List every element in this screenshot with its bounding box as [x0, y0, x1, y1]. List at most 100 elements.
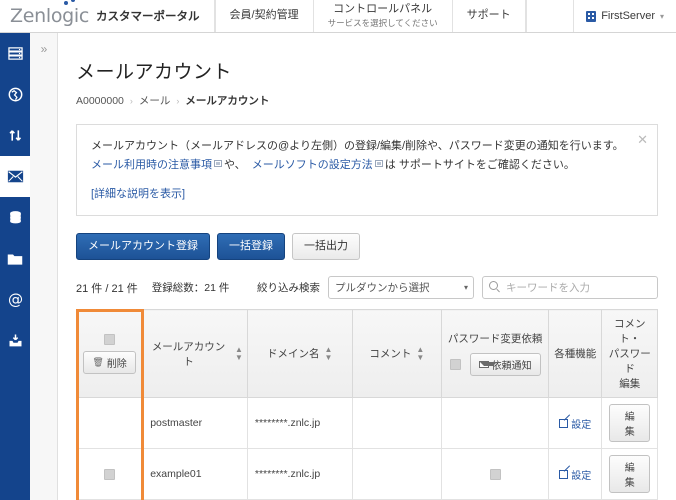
search-input[interactable]: [482, 276, 658, 300]
database-icon: [9, 211, 21, 224]
notice-line-2: メール利用時の注意事項 や、 メールソフトの設定方法は サポートサイトをご確認くだ…: [91, 156, 633, 175]
sidebar-collapse-strip: »: [30, 33, 58, 500]
app-root: Zenlogic カスタマーポータル 会員/契約管理 コントロールパネル サービ…: [0, 0, 676, 500]
edit-pencil-icon: [559, 418, 569, 428]
notify-button-label: 依頼通知: [491, 361, 532, 373]
th-domain-label: ドメイン名: [266, 348, 320, 361]
sidebar-item-mailaddress[interactable]: @: [0, 279, 30, 320]
table-row: example01 ********.znlc.jp 設定 編集: [75, 448, 658, 500]
cell-mail-account: example01: [142, 448, 248, 500]
bulk-register-button[interactable]: 一括登録: [217, 233, 285, 261]
server-icon: [7, 47, 23, 60]
cell-edit: 編集: [601, 448, 658, 500]
edit-pencil-icon: [559, 469, 569, 479]
th-select-delete: 🗑 削除: [75, 309, 144, 399]
row-password-checkbox[interactable]: [489, 469, 501, 481]
delete-selected-button[interactable]: 🗑 削除: [83, 351, 136, 375]
page-title: メールアカウント: [76, 62, 233, 83]
notice-link-mailsoft[interactable]: メールソフトの設定方法: [252, 159, 373, 171]
nav-item-member-label: 会員/契約管理: [229, 9, 299, 22]
edit-row-button-label: 編集: [624, 412, 635, 439]
mail-icon: [478, 361, 497, 369]
sidebar-item-files[interactable]: [0, 238, 30, 279]
cell-password-request: [441, 448, 550, 500]
th-functions-label: 各種機能: [554, 348, 597, 361]
th-edit-label-1: コメント・: [613, 318, 646, 346]
sort-icon[interactable]: ▲ ▼: [235, 346, 243, 361]
at-icon: @: [7, 291, 22, 308]
top-header: Zenlogic カスタマーポータル 会員/契約管理 コントロールパネル サービ…: [0, 0, 676, 33]
main-content: メールアカウント A0000000 › メール › メールアカウント ✕ メール…: [58, 33, 676, 500]
breadcrumb-item-account[interactable]: A0000000: [76, 95, 124, 107]
nav-item-member[interactable]: 会員/契約管理: [214, 0, 313, 32]
cell-functions: 設定: [548, 397, 603, 450]
th-functions: 各種機能: [548, 309, 603, 399]
register-mail-account-button[interactable]: メールアカウント登録: [76, 233, 210, 261]
nav-item-controlpanel[interactable]: コントロールパネル サービスを選択してください: [312, 0, 452, 32]
breadcrumb-separator-icon: ›: [176, 95, 180, 106]
folder-icon: [7, 253, 23, 265]
sidebar-item-server[interactable]: [0, 33, 30, 74]
filter-label: 絞り込み検索: [257, 282, 320, 295]
edit-row-button[interactable]: 編集: [609, 404, 650, 443]
backup-download-icon: [9, 334, 21, 347]
brand-subtitle: カスタマーポータル: [96, 11, 200, 23]
nav-spacer: [525, 0, 574, 32]
sidebar-item-backup[interactable]: [0, 320, 30, 361]
settings-link[interactable]: 設定: [559, 467, 591, 482]
nav-item-controlpanel-label: コントロールパネル: [333, 3, 433, 16]
user-menu[interactable]: FirstServer ▾: [573, 0, 676, 32]
cell-domain: ********.znlc.jp: [246, 397, 353, 450]
sidebar-item-database[interactable]: [0, 197, 30, 238]
external-link-icon: [374, 159, 383, 167]
breadcrumb: A0000000 › メール › メールアカウント: [76, 93, 676, 108]
nav-item-support-label: サポート: [466, 9, 511, 22]
sort-icon[interactable]: ▲ ▼: [416, 346, 424, 361]
breadcrumb-item-current: メールアカウント: [185, 95, 270, 107]
filter-select-wrap: プルダウンから選択 ▾: [328, 276, 474, 300]
bulk-export-button[interactable]: 一括出力: [292, 233, 360, 261]
nav-item-controlpanel-sub: サービスを選択してください: [327, 18, 438, 29]
settings-link[interactable]: 設定: [559, 416, 591, 431]
search-icon: [489, 281, 498, 291]
user-menu-label: FirstServer: [601, 10, 655, 22]
th-edit-label-2: パスワード: [608, 348, 651, 376]
breadcrumb-item-mail[interactable]: メール: [139, 93, 171, 108]
notice-mid-2: は サポートサイトをご確認ください。: [384, 158, 575, 171]
brand-logo[interactable]: Zenlogic カスタマーポータル: [0, 0, 215, 32]
th-mail-account-label: メールアカウント: [151, 340, 226, 368]
row-select-cell: [75, 448, 144, 500]
expand-sidebar-button[interactable]: »: [30, 38, 58, 60]
record-count: 21 件 / 21 件: [76, 282, 138, 295]
select-all-password-checkbox[interactable]: [449, 359, 461, 371]
sidebar-item-transfer[interactable]: [0, 115, 30, 156]
notice-link-precautions[interactable]: メール利用時の注意事項: [91, 159, 212, 171]
cell-mail-account: postmaster: [142, 397, 248, 450]
trash-icon: 🗑: [92, 357, 104, 368]
total-count: 登録総数：21 件: [151, 282, 230, 295]
row-select-cell: [75, 397, 144, 450]
sidebar-item-domain[interactable]: [0, 74, 30, 115]
notify-request-button[interactable]: 依頼通知: [469, 353, 541, 377]
th-domain[interactable]: ドメイン名 ▲ ▼: [246, 309, 353, 399]
globe-icon: [8, 87, 22, 102]
show-details-link[interactable]: [詳細な説明を表示]: [91, 185, 633, 204]
th-mail-account[interactable]: メールアカウント ▲ ▼: [142, 309, 248, 399]
table-body: postmaster ********.znlc.jp 設定 編集 example01 *…: [75, 397, 658, 500]
settings-link-label: 設定: [571, 419, 592, 431]
filter-select[interactable]: プルダウンから選択: [328, 276, 474, 300]
sort-icon[interactable]: ▲ ▼: [324, 346, 332, 361]
close-icon[interactable]: ✕: [637, 133, 648, 146]
row-select-checkbox[interactable]: [104, 469, 116, 481]
cell-comment: [351, 448, 443, 500]
table-head: 🗑 削除 メールアカウント ▲ ▼ ドメイン名 ▲ ▼ コメント ▲ ▼ パスワ…: [75, 309, 658, 399]
notice-text-1: メールアカウント（メールアドレスの@より左側）の登録/編集/削除や、パスワード変…: [91, 140, 624, 152]
nav-item-support[interactable]: サポート: [451, 0, 526, 32]
select-all-checkbox[interactable]: [104, 334, 116, 346]
sidebar-item-mail[interactable]: [0, 156, 30, 197]
th-edit: コメント・ パスワード 編集: [601, 309, 658, 399]
edit-row-button[interactable]: 編集: [609, 455, 650, 494]
cell-functions: 設定: [548, 448, 603, 500]
table-row: postmaster ********.znlc.jp 設定 編集: [75, 397, 658, 450]
th-comment[interactable]: コメント ▲ ▼: [351, 309, 443, 399]
